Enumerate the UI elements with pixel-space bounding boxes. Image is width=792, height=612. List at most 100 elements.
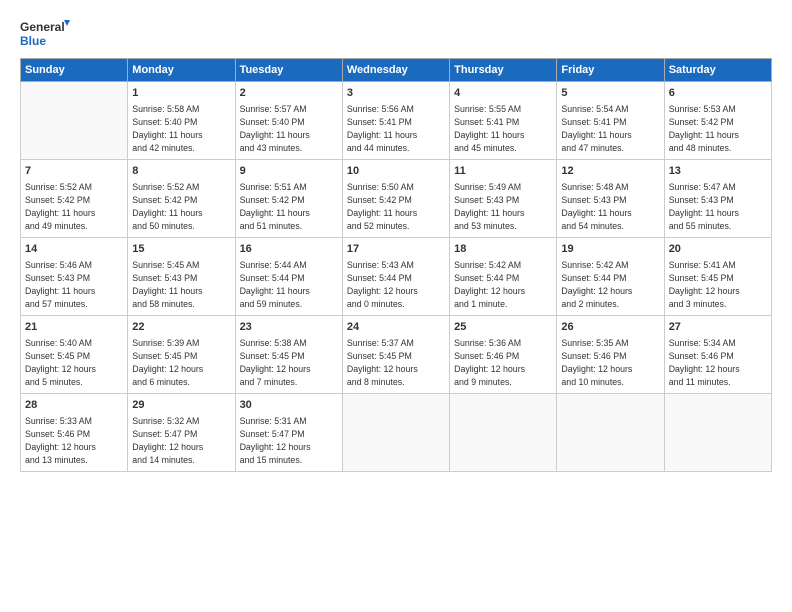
day-info: Sunrise: 5:46 AM Sunset: 5:43 PM Dayligh… [25, 259, 123, 310]
day-info: Sunrise: 5:36 AM Sunset: 5:46 PM Dayligh… [454, 337, 552, 388]
day-number: 27 [669, 320, 767, 335]
day-info: Sunrise: 5:52 AM Sunset: 5:42 PM Dayligh… [25, 181, 123, 232]
calendar-cell: 24Sunrise: 5:37 AM Sunset: 5:45 PM Dayli… [342, 316, 449, 394]
calendar-cell: 26 Sunrise: 5:35 AM Sunset: 5:46 PM Dayli… [557, 316, 664, 394]
day-number: 13 [669, 164, 767, 179]
day-info: Sunrise: 5:35 AM Sunset: 5:46 PM Dayligh… [561, 337, 659, 388]
calendar-cell: 2 Sunrise: 5:57 AM Sunset: 5:40 PM Daylig… [235, 82, 342, 160]
weekday-header-sunday: Sunday [21, 59, 128, 82]
day-info: Sunrise: 5:56 AM Sunset: 5:41 PM Dayligh… [347, 103, 445, 154]
day-number: 15 [132, 242, 230, 257]
day-info: Sunrise: 5:45 AM Sunset: 5:43 PM Dayligh… [132, 259, 230, 310]
calendar-cell: 19 Sunrise: 5:42 AM Sunset: 5:44 PM Dayli… [557, 238, 664, 316]
day-number: 21 [25, 320, 123, 335]
day-number: 20 [669, 242, 767, 257]
day-number: 29 [132, 398, 230, 413]
calendar-cell: 12 Sunrise: 5:48 AM Sunset: 5:43 PM Dayli… [557, 160, 664, 238]
day-info: Sunrise: 5:57 AM Sunset: 5:40 PM Dayligh… [240, 103, 338, 154]
day-info: Sunrise: 5:54 AM Sunset: 5:41 PM Dayligh… [561, 103, 659, 154]
day-number: 22 [132, 320, 230, 335]
calendar-cell: 18 Sunrise: 5:42 AM Sunset: 5:44 PM Dayli… [450, 238, 557, 316]
day-number: 7 [25, 164, 123, 179]
calendar-cell [450, 394, 557, 472]
day-info: Sunrise: 5:31 AM Sunset: 5:47 PM Dayligh… [240, 415, 338, 466]
calendar-cell: 14 Sunrise: 5:46 AM Sunset: 5:43 PM Dayli… [21, 238, 128, 316]
day-info: Sunrise: 5:37 AM Sunset: 5:45 PM Dayligh… [347, 337, 445, 388]
calendar-cell: 17 Sunrise: 5:43 AM Sunset: 5:44 PM Dayli… [342, 238, 449, 316]
day-info: Sunrise: 5:42 AM Sunset: 5:44 PM Dayligh… [561, 259, 659, 310]
day-number: 25 [454, 320, 552, 335]
calendar-cell: 11 Sunrise: 5:49 AM Sunset: 5:43 PM Dayli… [450, 160, 557, 238]
day-info: Sunrise: 5:47 AM Sunset: 5:43 PM Dayligh… [669, 181, 767, 232]
calendar-cell: 20 Sunrise: 5:41 AM Sunset: 5:45 PM Dayli… [664, 238, 771, 316]
day-info: Sunrise: 5:32 AM Sunset: 5:47 PM Dayligh… [132, 415, 230, 466]
day-number: 30 [240, 398, 338, 413]
day-number: 18 [454, 242, 552, 257]
day-number: 19 [561, 242, 659, 257]
calendar-cell: 25 Sunrise: 5:36 AM Sunset: 5:46 PM Dayli… [450, 316, 557, 394]
day-info: Sunrise: 5:33 AM Sunset: 5:46 PM Dayligh… [25, 415, 123, 466]
calendar-cell: 6Sunrise: 5:53 AM Sunset: 5:42 PM Daylig… [664, 82, 771, 160]
calendar-cell: 4 Sunrise: 5:55 AM Sunset: 5:41 PM Daylig… [450, 82, 557, 160]
day-info: Sunrise: 5:43 AM Sunset: 5:44 PM Dayligh… [347, 259, 445, 310]
day-number: 4 [454, 86, 552, 101]
logo: General Blue [20, 18, 70, 48]
weekday-header-thursday: Thursday [450, 59, 557, 82]
day-info: Sunrise: 5:58 AM Sunset: 5:40 PM Dayligh… [132, 103, 230, 154]
logo-svg: General Blue [20, 18, 70, 48]
calendar-cell: 9 Sunrise: 5:51 AM Sunset: 5:42 PM Daylig… [235, 160, 342, 238]
day-number: 17 [347, 242, 445, 257]
day-number: 5 [561, 86, 659, 101]
day-number: 26 [561, 320, 659, 335]
calendar-cell: 27 Sunrise: 5:34 AM Sunset: 5:46 PM Dayli… [664, 316, 771, 394]
day-info: Sunrise: 5:52 AM Sunset: 5:42 PM Dayligh… [132, 181, 230, 232]
day-number: 9 [240, 164, 338, 179]
day-number: 16 [240, 242, 338, 257]
calendar-cell: 29 Sunrise: 5:32 AM Sunset: 5:47 PM Dayli… [128, 394, 235, 472]
day-number: 11 [454, 164, 552, 179]
calendar-cell: 22 Sunrise: 5:39 AM Sunset: 5:45 PM Dayli… [128, 316, 235, 394]
calendar-cell: 1Sunrise: 5:58 AM Sunset: 5:40 PM Daylig… [128, 82, 235, 160]
calendar-cell [21, 82, 128, 160]
calendar-cell: 23 Sunrise: 5:38 AM Sunset: 5:45 PM Dayli… [235, 316, 342, 394]
calendar-cell: 7 Sunrise: 5:52 AM Sunset: 5:42 PM Daylig… [21, 160, 128, 238]
day-info: Sunrise: 5:41 AM Sunset: 5:45 PM Dayligh… [669, 259, 767, 310]
day-number: 2 [240, 86, 338, 101]
day-number: 6 [669, 86, 767, 101]
weekday-header-monday: Monday [128, 59, 235, 82]
calendar-cell: 5 Sunrise: 5:54 AM Sunset: 5:41 PM Daylig… [557, 82, 664, 160]
calendar-cell: 13 Sunrise: 5:47 AM Sunset: 5:43 PM Dayli… [664, 160, 771, 238]
calendar-cell [557, 394, 664, 472]
calendar-cell: 21Sunrise: 5:40 AM Sunset: 5:45 PM Dayli… [21, 316, 128, 394]
day-number: 23 [240, 320, 338, 335]
day-number: 10 [347, 164, 445, 179]
day-number: 28 [25, 398, 123, 413]
day-info: Sunrise: 5:51 AM Sunset: 5:42 PM Dayligh… [240, 181, 338, 232]
calendar-cell: 3 Sunrise: 5:56 AM Sunset: 5:41 PM Daylig… [342, 82, 449, 160]
day-number: 14 [25, 242, 123, 257]
day-number: 3 [347, 86, 445, 101]
day-info: Sunrise: 5:39 AM Sunset: 5:45 PM Dayligh… [132, 337, 230, 388]
weekday-header-friday: Friday [557, 59, 664, 82]
day-info: Sunrise: 5:49 AM Sunset: 5:43 PM Dayligh… [454, 181, 552, 232]
calendar-cell: 28 Sunrise: 5:33 AM Sunset: 5:46 PM Dayli… [21, 394, 128, 472]
calendar-cell [342, 394, 449, 472]
svg-text:General: General [20, 20, 65, 34]
calendar-cell: 10 Sunrise: 5:50 AM Sunset: 5:42 PM Dayli… [342, 160, 449, 238]
day-info: Sunrise: 5:42 AM Sunset: 5:44 PM Dayligh… [454, 259, 552, 310]
weekday-header-wednesday: Wednesday [342, 59, 449, 82]
day-info: Sunrise: 5:50 AM Sunset: 5:42 PM Dayligh… [347, 181, 445, 232]
day-info: Sunrise: 5:38 AM Sunset: 5:45 PM Dayligh… [240, 337, 338, 388]
day-info: Sunrise: 5:44 AM Sunset: 5:44 PM Dayligh… [240, 259, 338, 310]
svg-text:Blue: Blue [20, 34, 46, 48]
weekday-header-tuesday: Tuesday [235, 59, 342, 82]
day-info: Sunrise: 5:48 AM Sunset: 5:43 PM Dayligh… [561, 181, 659, 232]
day-number: 8 [132, 164, 230, 179]
day-info: Sunrise: 5:55 AM Sunset: 5:41 PM Dayligh… [454, 103, 552, 154]
calendar-cell: 16 Sunrise: 5:44 AM Sunset: 5:44 PM Dayli… [235, 238, 342, 316]
weekday-header-saturday: Saturday [664, 59, 771, 82]
page-header: General Blue [20, 18, 772, 48]
calendar-cell [664, 394, 771, 472]
day-info: Sunrise: 5:34 AM Sunset: 5:46 PM Dayligh… [669, 337, 767, 388]
day-number: 12 [561, 164, 659, 179]
